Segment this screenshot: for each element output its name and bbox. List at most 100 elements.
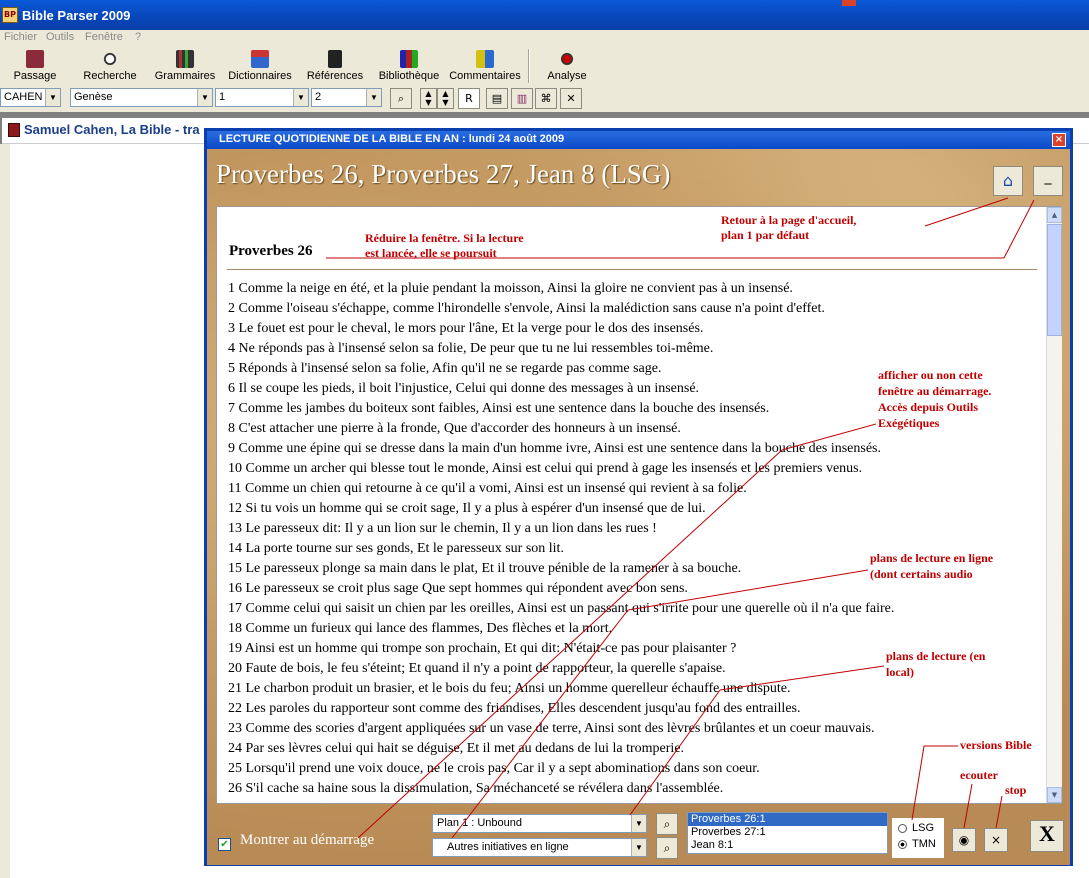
list-item[interactable]: Jean 8:1	[688, 839, 887, 852]
background-window-edge	[842, 0, 856, 6]
app-title: Bible Parser 2009	[22, 8, 131, 23]
book-value: Genèse	[74, 91, 113, 103]
commentaires-button[interactable]: Commentaires	[448, 46, 522, 86]
readings-list[interactable]: Proverbes 26:1 Proverbes 27:1 Jean 8:1	[687, 812, 888, 854]
text-view-button[interactable]: ▤	[486, 88, 508, 109]
chapter-value: 1	[219, 91, 226, 103]
book-select[interactable]: Genèse ▼	[70, 88, 213, 107]
list-item[interactable]: Proverbes 26:1	[688, 813, 887, 826]
chapter-select[interactable]: 1 ▼	[215, 88, 309, 107]
annotation-line: est lancée, elle se poursuit	[365, 246, 497, 260]
annotation-home: Retour à la page d'accueil, plan 1 par d…	[721, 213, 856, 243]
grammaires-button[interactable]: Grammaires	[152, 46, 218, 86]
online-plans-select[interactable]: Autres initiatives en ligne ▼	[432, 838, 647, 857]
stop-button[interactable]: ×	[984, 828, 1008, 852]
radio-lsg-label: LSG	[912, 822, 935, 834]
recherche-label: Recherche	[83, 70, 137, 82]
bookshelf-button[interactable]: ▥	[511, 88, 533, 109]
show-at-startup-label: Montrer au démarrage	[240, 832, 375, 848]
bibliotheque-label: Bibliothèque	[378, 70, 440, 82]
verse-line: 18 Comme un furieux qui lance des flamme…	[228, 621, 613, 636]
spin-up-down-button-2[interactable]: ▲ ▼	[437, 88, 454, 109]
bibliotheque-button[interactable]: Bibliothèque	[376, 46, 442, 86]
analysis-icon	[558, 50, 576, 68]
annotation-versions: versions Bible	[958, 738, 1034, 753]
annotation-line: fenêtre au démarrage.	[878, 384, 992, 398]
show-at-startup-checkbox[interactable]: ✔	[218, 838, 231, 851]
menu-help[interactable]: ?	[135, 31, 141, 43]
verse-line: 2 Comme l'oiseau s'échappe, comme l'hiro…	[228, 301, 825, 316]
library-icon	[400, 50, 418, 68]
book-icon	[8, 123, 20, 137]
annotation-line: Exégétiques	[878, 416, 940, 430]
annotation-line: (dont certains audio	[870, 567, 973, 581]
dialog-title: LECTURE QUOTIDIENNE DE LA BIBLE EN AN : …	[219, 133, 565, 145]
version-select[interactable]: CAHEN ▼	[0, 88, 61, 107]
dictionnaires-button[interactable]: Dictionnaires	[226, 46, 294, 86]
verse-line: 16 Le paresseux se croit plus sage Que s…	[228, 581, 688, 596]
verse-line: 21 Le charbon produit un brasier, et le …	[228, 681, 791, 696]
reading-plan-select[interactable]: Plan 1 : Unbound ▼	[432, 814, 647, 833]
references-icon	[328, 50, 342, 68]
online-search-button[interactable]: ⌕	[656, 837, 678, 859]
tools-button[interactable]: ✕	[560, 88, 582, 109]
radio-lsg[interactable]: LSG	[898, 822, 934, 834]
spin-up-down-button[interactable]: ▲ ▼	[420, 88, 437, 109]
books-icon	[176, 50, 194, 68]
verse-select[interactable]: 2 ▼	[311, 88, 382, 107]
annotation-line: local)	[886, 665, 914, 679]
dictionnaires-label: Dictionnaires	[228, 70, 292, 82]
radio-tmn-label: TMN	[912, 838, 936, 850]
radio-tmn[interactable]: TMN	[898, 838, 936, 850]
chevron-down-icon: ▼	[197, 89, 212, 106]
books-icon: ▥	[516, 92, 528, 105]
commentaires-label: Commentaires	[449, 70, 521, 82]
recherche-button[interactable]: Recherche	[78, 46, 142, 86]
divider	[227, 269, 1037, 270]
dictionary-icon	[251, 50, 269, 68]
annotation-stop: stop	[1003, 783, 1029, 798]
menu-outils[interactable]: Outils	[46, 31, 74, 43]
scroll-up-icon[interactable]: ▲	[1047, 207, 1062, 223]
grammaires-label: Grammaires	[154, 70, 216, 82]
document-left-border	[0, 144, 10, 878]
home-button[interactable]: ⌂	[993, 166, 1023, 196]
minimize-button[interactable]: _	[1033, 166, 1063, 196]
r-button[interactable]: R	[458, 88, 480, 109]
scroll-down-icon[interactable]: ▼	[1047, 787, 1062, 803]
reading-heading: Proverbes 26, Proverbes 27, Jean 8 (LSG)	[216, 159, 671, 189]
annotation-line: Accès depuis Outils	[878, 400, 979, 414]
menu-bar: Fichier Outils Fenêtre ?	[0, 30, 1089, 46]
annotation-startup: afficher ou non cette fenêtre au démarra…	[876, 367, 994, 431]
reading-content: Proverbes 26 1 Comme la neige en été, et…	[216, 206, 1062, 804]
search-icon	[101, 50, 119, 68]
annotation-line: plan 1 par défaut	[721, 228, 810, 242]
speaker-icon: ◉	[958, 833, 970, 847]
chevron-down-icon: ▼	[293, 89, 308, 106]
vertical-scrollbar[interactable]: ▲ ▼	[1046, 207, 1062, 803]
verse-line: 24 Par ses lèvres celui qui hait se dégu…	[228, 741, 685, 756]
analyse-button[interactable]: Analyse	[540, 46, 594, 86]
references-button[interactable]: Références	[302, 46, 368, 86]
verse-line: 23 Comme des scories d'argent appliquées…	[228, 721, 875, 736]
annotation-line: afficher ou non cette	[878, 368, 983, 382]
toolbar-separator	[528, 49, 530, 83]
search-passage-button[interactable]: ⌕	[390, 88, 412, 109]
plan-search-button[interactable]: ⌕	[656, 813, 678, 835]
app-title-bar: BP Bible Parser 2009	[0, 0, 1089, 30]
verse-line: 17 Comme celui qui saisit un chien par l…	[228, 601, 895, 616]
bible-version-radios: LSG TMN	[892, 818, 944, 858]
radio-on-icon	[898, 839, 907, 849]
list-item[interactable]: Proverbes 27:1	[688, 826, 887, 839]
listen-button[interactable]: ◉	[952, 828, 976, 852]
chapter-title: Proverbes 26	[229, 243, 313, 259]
selector-bar: CAHEN ▼ Genèse ▼ 1 ▼ 2 ▼ ⌕ ▲ ▼ ▲ ▼ R ▤ ▥ ⌘…	[0, 86, 1089, 112]
menu-fichier[interactable]: Fichier	[4, 31, 37, 43]
close-dialog-button[interactable]: X	[1030, 820, 1064, 852]
scroll-thumb[interactable]	[1047, 224, 1062, 336]
menu-fenetre[interactable]: Fenêtre	[85, 31, 123, 43]
tree-button[interactable]: ⌘	[535, 88, 557, 109]
passage-label: Passage	[13, 70, 57, 82]
dialog-close-button[interactable]: ×	[1052, 133, 1066, 147]
passage-button[interactable]: Passage	[8, 46, 62, 86]
